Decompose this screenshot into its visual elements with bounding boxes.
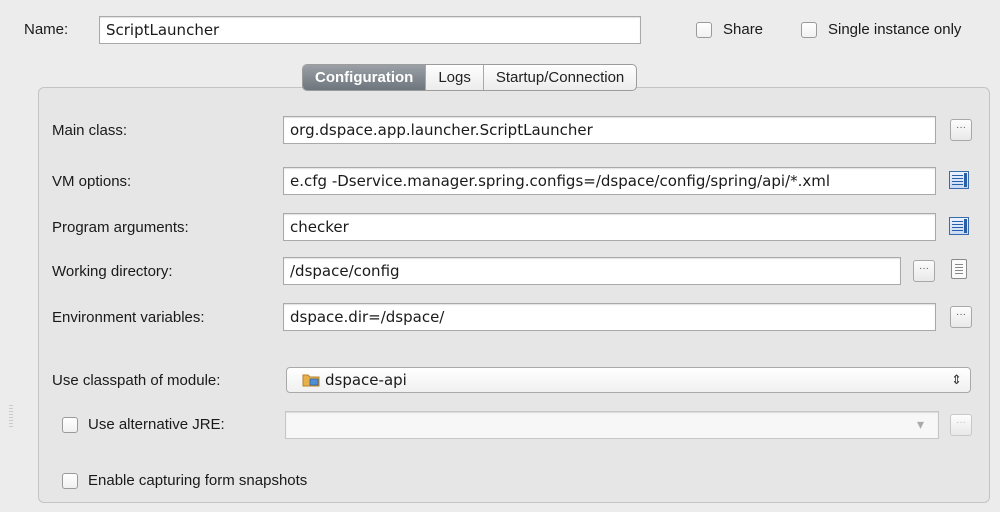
main-class-browse-button[interactable]: ··· <box>950 119 972 141</box>
alternative-jre-label: Use alternative JRE: <box>88 416 225 433</box>
tab-bar: Configuration Logs Startup/Connection <box>302 64 638 91</box>
program-arguments-expand-icon[interactable] <box>949 217 969 235</box>
alternative-jre-checkbox[interactable] <box>62 417 78 433</box>
environment-variables-browse-button[interactable]: ··· <box>950 306 972 328</box>
environment-variables-label: Environment variables: <box>52 309 205 326</box>
configuration-panel <box>38 87 990 503</box>
vm-options-label: VM options: <box>52 173 132 190</box>
working-directory-label: Working directory: <box>52 263 173 280</box>
name-input[interactable]: ScriptLauncher <box>99 16 641 44</box>
main-class-label: Main class: <box>52 122 128 139</box>
tab-logs[interactable]: Logs <box>426 65 484 90</box>
alternative-jre-browse-button[interactable]: ··· <box>950 414 972 436</box>
program-arguments-label: Program arguments: <box>52 219 189 236</box>
working-directory-file-icon[interactable] <box>951 259 967 279</box>
working-directory-browse-button[interactable]: ··· <box>913 260 935 282</box>
share-checkbox[interactable] <box>696 22 712 38</box>
name-label: Name: <box>24 21 69 38</box>
classpath-module-label: Use classpath of module: <box>52 372 221 389</box>
classpath-module-value: dspace-api <box>325 371 407 389</box>
select-arrows-icon: ⇕ <box>951 372 962 387</box>
tab-configuration[interactable]: Configuration <box>303 65 427 90</box>
single-instance-checkbox[interactable] <box>801 22 817 38</box>
tab-startup-connection[interactable]: Startup/Connection <box>484 65 636 90</box>
classpath-module-select[interactable]: dspace-api ⇕ <box>286 367 971 393</box>
vm-options-input[interactable]: e.cfg -Dservice.manager.spring.configs=/… <box>283 167 936 195</box>
dropdown-arrow-icon[interactable]: ▾ <box>917 414 924 434</box>
capture-snapshots-label: Enable capturing form snapshots <box>88 472 308 489</box>
single-instance-label: Single instance only <box>828 21 962 38</box>
vm-options-expand-icon[interactable] <box>949 171 969 189</box>
splitter-grip[interactable] <box>9 405 13 427</box>
program-arguments-input[interactable]: checker <box>283 213 936 241</box>
capture-snapshots-checkbox[interactable] <box>62 473 78 489</box>
alternative-jre-input[interactable] <box>285 411 939 439</box>
main-class-input[interactable]: org.dspace.app.launcher.ScriptLauncher <box>283 116 936 144</box>
environment-variables-input[interactable]: dspace.dir=/dspace/ <box>283 303 936 331</box>
working-directory-input[interactable]: /dspace/config <box>283 257 901 285</box>
share-label: Share <box>723 21 764 38</box>
module-folder-icon <box>302 374 320 387</box>
